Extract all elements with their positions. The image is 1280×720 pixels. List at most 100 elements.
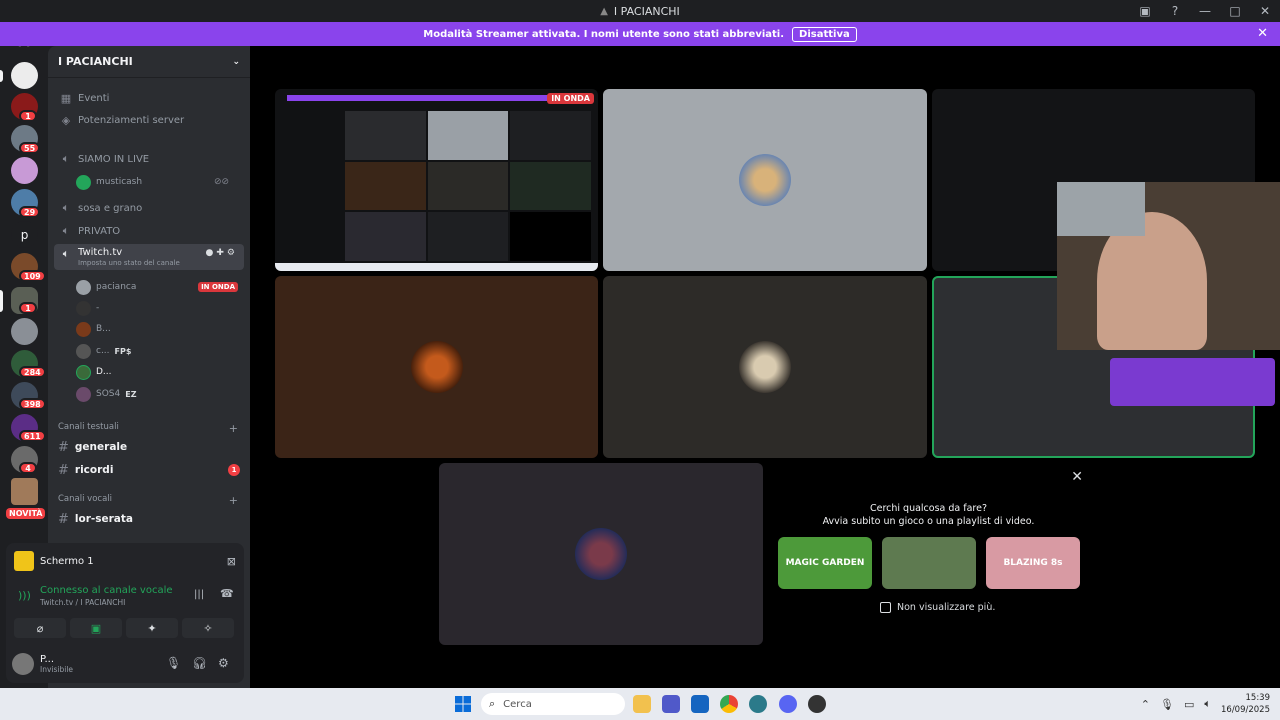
voice-channel-siamo-in-live[interactable]: 🔈︎ SIAMO IN LIVE xyxy=(54,149,244,169)
checkbox[interactable] xyxy=(880,602,891,613)
voice-member[interactable]: B... xyxy=(76,320,111,338)
boosts-item[interactable]: ◈ Potenziamenti server xyxy=(54,110,244,130)
voice-member[interactable]: pacianca IN ONDA xyxy=(76,278,238,296)
server-icon[interactable]: p xyxy=(11,221,38,248)
avatar xyxy=(76,300,91,316)
voice-category[interactable]: Canali vocali + xyxy=(58,494,238,507)
banner-text: Modalità Streamer attivata. I nomi utent… xyxy=(423,28,785,40)
channel-actions-icon[interactable]: ●✚⚙ xyxy=(206,248,238,258)
soundboard-button[interactable]: ✧ xyxy=(182,618,234,638)
server-icon[interactable] xyxy=(11,157,38,184)
inbox-icon[interactable]: ▣ xyxy=(1130,0,1160,22)
game-card[interactable]: BLAZING 8s xyxy=(986,537,1080,589)
game-title: MAGIC GARDEN xyxy=(785,558,865,568)
settings-gear-icon[interactable]: ⚙ xyxy=(218,656,229,670)
muted-icon: ⊘⊘ xyxy=(214,177,230,187)
teams-icon[interactable] xyxy=(662,695,680,713)
voice-channel-label: PRIVATO xyxy=(78,225,121,237)
dashlane-icon[interactable] xyxy=(691,695,709,713)
help-icon[interactable]: ? xyxy=(1160,0,1190,22)
file-explorer-icon[interactable] xyxy=(633,695,651,713)
volume-icon[interactable]: 🔈︎ xyxy=(1204,697,1211,711)
discord-icon[interactable] xyxy=(779,695,797,713)
microphone-icon[interactable]: 🎙︎ xyxy=(1160,698,1174,711)
activities-button[interactable]: ✦ xyxy=(126,618,178,638)
voice-member[interactable]: SOS4 EZ xyxy=(76,385,137,403)
title-bar: ▲ I PACIANCHI ▣ ? — □ ✕ xyxy=(0,0,1280,22)
app-icon[interactable] xyxy=(808,695,826,713)
noise-icon[interactable]: ||| xyxy=(194,589,204,600)
voice-member[interactable]: c... FP$ xyxy=(76,342,131,360)
participant-tile[interactable] xyxy=(603,89,927,271)
stream-preview-taskbar xyxy=(275,263,598,271)
clock[interactable]: 15:39 16/09/2025 xyxy=(1221,692,1270,716)
avatar xyxy=(575,528,627,580)
share-screen-button[interactable]: ▣ xyxy=(70,618,122,638)
channel-status[interactable]: Imposta uno stato del canale xyxy=(78,259,180,267)
stream-tile[interactable]: IN ONDA xyxy=(275,89,598,271)
chevron-up-icon[interactable]: ⌃ xyxy=(1141,698,1150,711)
text-channel-lor-serata[interactable]: # lor-serata xyxy=(58,509,240,529)
game-card[interactable] xyxy=(882,537,976,589)
server-name: I PACIANCHI xyxy=(58,55,133,68)
participant-tile[interactable] xyxy=(439,463,763,645)
server-header[interactable]: I PACIANCHI ⌄ xyxy=(48,46,250,78)
close-icon[interactable]: ✕ xyxy=(1071,469,1083,485)
microphone-icon[interactable]: 🎙︎ xyxy=(166,656,181,670)
activity-question: Cerchi qualcosa da fare? xyxy=(869,503,988,514)
server-icon[interactable] xyxy=(11,318,38,345)
disconnect-icon[interactable]: ☎ xyxy=(220,587,234,600)
avatar[interactable] xyxy=(12,653,34,675)
maximize-button[interactable]: □ xyxy=(1220,0,1250,22)
clock-date: 16/09/2025 xyxy=(1221,705,1270,715)
events-label: Eventi xyxy=(78,92,110,104)
unread-pill xyxy=(0,70,3,82)
user-info[interactable]: P... Invisibile xyxy=(40,654,73,674)
voice-channel-sosa-e-grano[interactable]: 🔈︎ sosa e grano xyxy=(54,198,244,218)
windows-start-icon[interactable] xyxy=(455,696,471,712)
text-category[interactable]: Canali testuali + xyxy=(58,422,238,435)
category-label: Canali testuali xyxy=(58,422,119,432)
server-badge: 4 xyxy=(19,462,37,474)
network-icon[interactable]: ▭ xyxy=(1184,698,1194,711)
server-icon[interactable] xyxy=(11,62,38,89)
close-icon[interactable]: ✕ xyxy=(1257,26,1268,41)
events-item[interactable]: ▦ Eventi xyxy=(54,88,244,108)
add-channel-icon[interactable]: + xyxy=(229,494,238,507)
dont-show-again[interactable]: Non visualizzare più. xyxy=(880,602,995,613)
game-card[interactable]: MAGIC GARDEN xyxy=(778,537,872,589)
headphones-icon[interactable]: 🎧︎ xyxy=(192,656,207,670)
member-name: SOS4 xyxy=(96,389,121,399)
voice-channel-twitch[interactable]: 🔈︎ Twitch.tv Imposta uno stato del canal… xyxy=(54,244,244,270)
selected-pill xyxy=(0,290,3,312)
voice-member[interactable]: musticash ⊘⊘ xyxy=(76,173,229,191)
screen-share-icon: ▣ xyxy=(90,621,102,635)
chevron-down-icon: ⌄ xyxy=(232,56,240,67)
search-icon: ⌕ xyxy=(489,697,496,710)
taskbar-search[interactable]: ⌕ Cerca xyxy=(481,693,625,715)
chrome-icon[interactable] xyxy=(720,695,738,713)
voice-member[interactable]: - xyxy=(76,299,99,317)
participant-tile[interactable] xyxy=(603,276,927,458)
boosts-label: Potenziamenti server xyxy=(78,114,185,126)
voice-member[interactable]: D... xyxy=(76,363,112,381)
hash-icon: # xyxy=(58,439,69,455)
connection-status[interactable]: Connesso al canale vocale xyxy=(40,585,173,596)
camera-button[interactable]: ⌀ xyxy=(14,618,66,638)
add-channel-icon[interactable]: + xyxy=(229,422,238,435)
voice-channel-privato[interactable]: 🔈︎ PRIVATO xyxy=(54,221,244,241)
channel-label: generale xyxy=(74,441,128,453)
text-channel-ricordi[interactable]: # ricordi 1 xyxy=(58,460,240,480)
minimize-button[interactable]: — xyxy=(1190,0,1220,22)
screen-share-title: Schermo 1 xyxy=(40,555,94,567)
new-badge[interactable]: NOVITÀ xyxy=(6,508,46,519)
channel-label: ricordi xyxy=(74,464,114,476)
stop-stream-icon[interactable]: ⊠ xyxy=(227,555,236,568)
close-window-button[interactable]: ✕ xyxy=(1250,0,1280,22)
server-icon[interactable] xyxy=(11,478,38,505)
participant-tile[interactable] xyxy=(275,276,598,458)
text-channel-generale[interactable]: # generale xyxy=(58,437,240,457)
disable-streamer-button[interactable]: Disattiva xyxy=(792,26,857,42)
server-badge: 29 xyxy=(19,206,41,218)
edge-icon[interactable] xyxy=(749,695,767,713)
